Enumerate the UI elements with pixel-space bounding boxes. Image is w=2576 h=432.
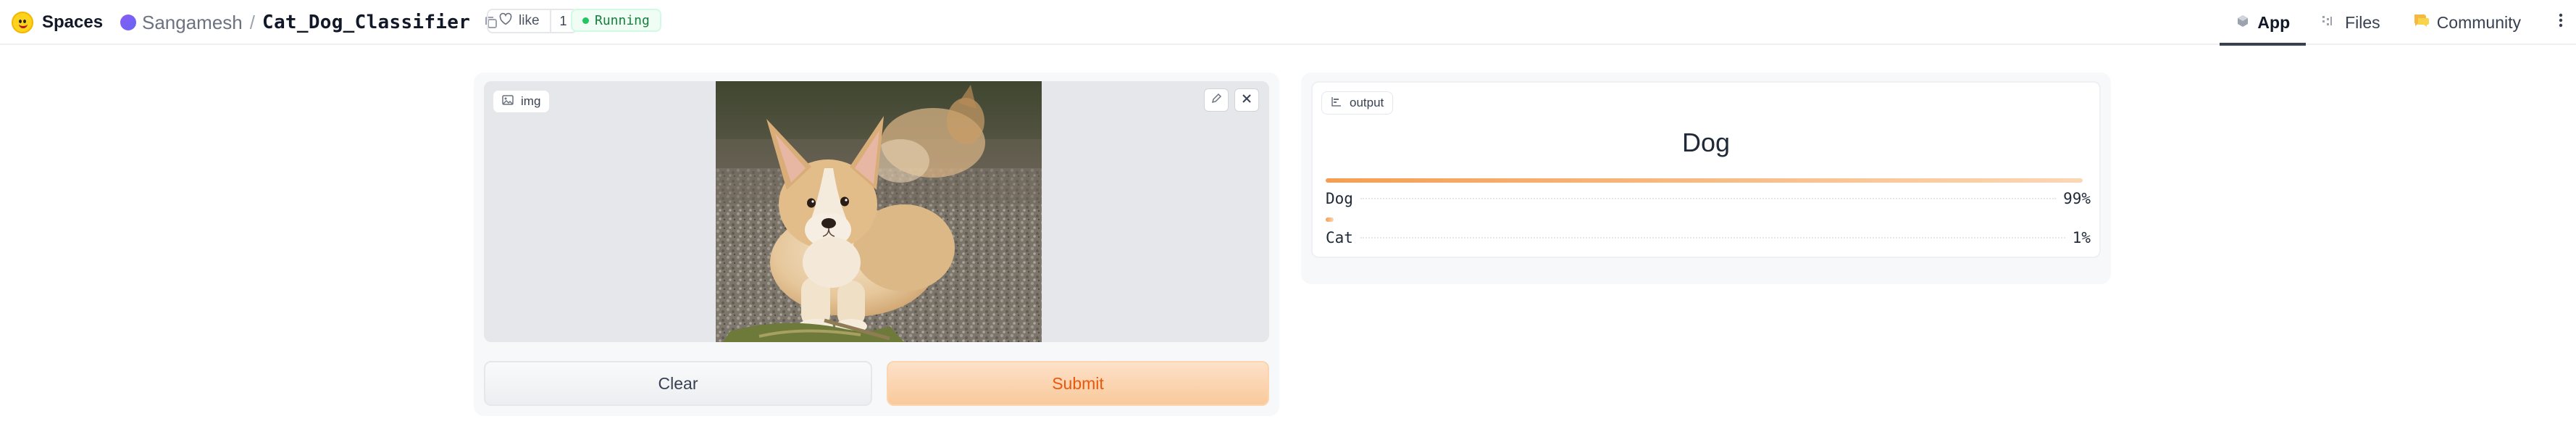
- input-column: img Clear Submit: [474, 72, 1279, 416]
- status-badge: Running: [571, 9, 661, 32]
- tab-community[interactable]: Community: [2396, 0, 2537, 45]
- breadcrumb-separator: /: [249, 11, 255, 33]
- tab-files[interactable]: Files: [2306, 0, 2396, 45]
- dotted-leader: [1360, 198, 2057, 199]
- tab-app-label: App: [2257, 12, 2291, 32]
- status-label: Running: [595, 12, 650, 28]
- running-dot-icon: [582, 17, 589, 24]
- repo-breadcrumb: Sangamesh / Cat_Dog_Classifier: [120, 7, 501, 38]
- confidence-row-cat[interactable]: Cat 1%: [1326, 217, 2091, 246]
- output-label: output: [1321, 91, 1394, 115]
- image-icon: [502, 94, 514, 109]
- hugging-face-logo-icon: [12, 12, 33, 33]
- confidence-bar: [1326, 217, 1334, 222]
- like-button[interactable]: like: [488, 10, 550, 32]
- tab-files-label: Files: [2345, 12, 2380, 32]
- confidence-row-dog[interactable]: Dog 99%: [1326, 178, 2091, 207]
- image-toolbar: [1204, 88, 1259, 112]
- brand-name: Spaces: [42, 12, 104, 32]
- community-icon: [2412, 12, 2430, 33]
- like-widget: like 1: [487, 9, 577, 33]
- confidence-bar: [1326, 178, 2083, 183]
- clear-button[interactable]: Clear: [484, 361, 872, 406]
- input-label: img: [493, 90, 551, 113]
- space-tabs: App Files Community: [2220, 0, 2576, 46]
- like-label: like: [519, 13, 540, 28]
- more-options-button[interactable]: [2537, 0, 2576, 45]
- confidence-value: 1%: [2072, 229, 2091, 246]
- confidence-value: 99%: [2063, 190, 2091, 207]
- owner-link[interactable]: Sangamesh: [142, 12, 243, 34]
- confidence-label: Dog: [1326, 190, 1353, 207]
- remove-image-button[interactable]: [1234, 88, 1259, 112]
- edit-button[interactable]: [1204, 88, 1229, 112]
- output-column: output Dog Dog 99% Cat 1%: [1301, 72, 2111, 284]
- output-label-text: output: [1350, 96, 1384, 109]
- uploaded-image-corgi-puppy: [716, 81, 1042, 342]
- repo-name-link[interactable]: Cat_Dog_Classifier: [262, 12, 470, 33]
- input-label-text: img: [521, 94, 541, 108]
- label-output: output Dog Dog 99% Cat 1%: [1311, 81, 2101, 258]
- kebab-menu-icon: [2559, 12, 2563, 33]
- app-cube-icon: [2236, 13, 2250, 33]
- tab-community-label: Community: [2436, 12, 2521, 32]
- dotted-leader: [1360, 237, 2065, 238]
- close-icon: [1241, 93, 1253, 108]
- top-navigation-bar: Spaces Sangamesh / Cat_Dog_Classifier li…: [0, 0, 2576, 46]
- label-chart-icon: [1331, 96, 1342, 111]
- confidence-label: Cat: [1326, 229, 1353, 246]
- heart-icon: [498, 12, 513, 30]
- spaces-home-link[interactable]: Spaces: [12, 7, 103, 38]
- files-icon: [2322, 13, 2338, 33]
- tab-app[interactable]: App: [2220, 0, 2306, 46]
- pencil-icon: [1210, 93, 1222, 108]
- submit-button[interactable]: Submit: [887, 361, 1269, 406]
- predicted-label: Dog: [1681, 128, 1731, 157]
- image-input[interactable]: img: [484, 81, 1269, 342]
- owner-avatar: [120, 14, 136, 30]
